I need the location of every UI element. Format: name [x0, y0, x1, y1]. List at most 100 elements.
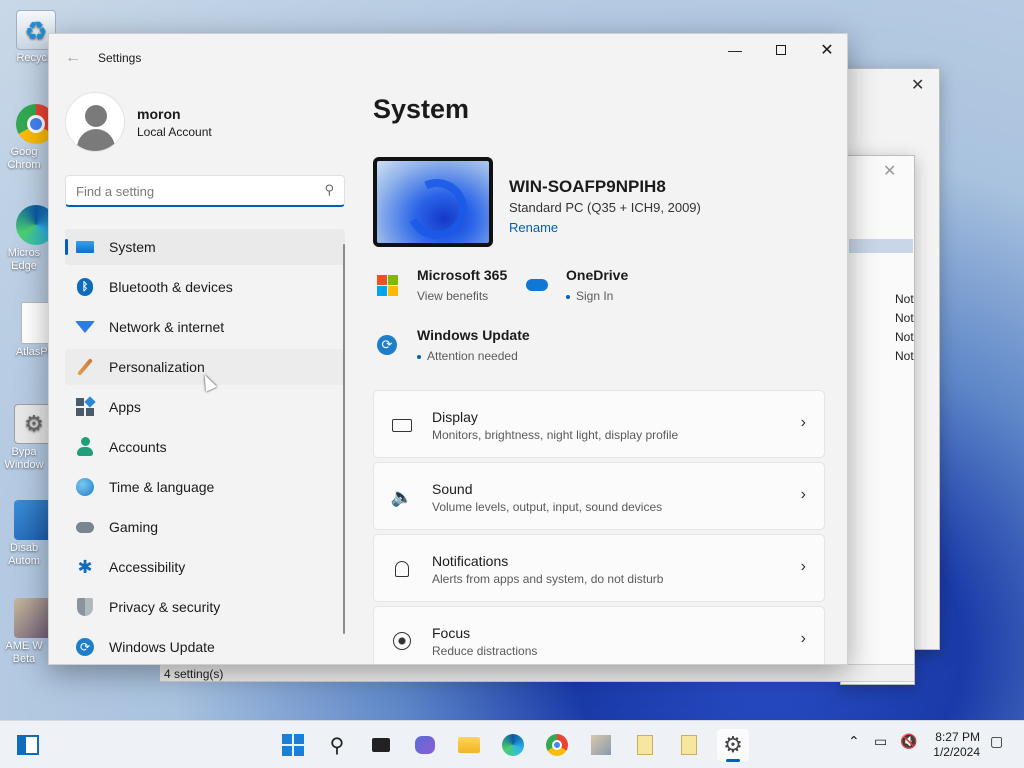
main-content: System WIN-SOAFP9NPIH8 Standard PC (Q35 … [373, 34, 847, 664]
paintbrush-icon [75, 357, 95, 377]
volume-muted-icon[interactable]: 🔇 [900, 733, 917, 750]
settings-card-sound[interactable]: 🔈 Sound Volume levels, output, input, so… [373, 462, 825, 530]
device-name: WIN-SOAFP9NPIH8 [509, 177, 666, 196]
chevron-right-icon: › [800, 558, 806, 575]
windows-update-icon: ⟳ [377, 335, 401, 359]
network-icon[interactable]: ▭ [874, 733, 887, 750]
quick-link-microsoft-365[interactable]: Microsoft 365 View benefits [373, 267, 523, 311]
sidebar-nav: System ᛒ Bluetooth & devices Network & i… [65, 229, 345, 664]
sidebar-item-privacy[interactable]: Privacy & security [65, 589, 345, 625]
start-button[interactable] [277, 729, 309, 761]
clock[interactable]: 8:27 PM 1/2/2024 [933, 730, 980, 760]
package-icon[interactable] [585, 729, 617, 761]
page-title: System [373, 94, 470, 124]
sidebar-item-gaming[interactable]: Gaming [65, 509, 345, 545]
desktop-icon-label: AME W Beta [5, 640, 43, 665]
desktop-icon-label: Micros Edge [7, 247, 41, 272]
sidebar-item-apps[interactable]: Apps [65, 389, 345, 425]
speaker-icon: 🔈 [390, 486, 414, 507]
sidebar-item-accessibility[interactable]: ✱ Accessibility [65, 549, 345, 585]
sidebar-item-network[interactable]: Network & internet [65, 309, 345, 345]
sidebar-item-label: Windows Update [109, 639, 215, 655]
shield-icon [75, 597, 95, 617]
bg-window-row: Not [895, 311, 914, 325]
search-box[interactable]: ⚲ [65, 175, 345, 207]
close-icon[interactable]: ✕ [883, 161, 896, 181]
apps-icon [75, 396, 96, 417]
bluetooth-icon: ᛒ [75, 277, 95, 297]
onedrive-cloud-icon [526, 275, 550, 299]
settings-card-notifications[interactable]: Notifications Alerts from apps and syste… [373, 534, 825, 602]
settings-card-focus[interactable]: Focus Reduce distractions › [373, 606, 825, 664]
sidebar-item-label: Personalization [109, 359, 205, 375]
sidebar-item-label: Privacy & security [109, 599, 221, 615]
sidebar-item-bluetooth[interactable]: ᛒ Bluetooth & devices [65, 269, 345, 305]
sidebar-item-time-language[interactable]: Time & language [65, 469, 345, 505]
desktop-icon-label: Disab Autom [8, 542, 40, 567]
quick-link-title: Windows Update [417, 327, 530, 343]
sidebar-scrollbar[interactable] [343, 244, 345, 634]
quick-link-title: Microsoft 365 [417, 267, 508, 283]
quick-link-onedrive[interactable]: OneDrive Sign In [522, 267, 642, 311]
chevron-up-icon[interactable]: ⌃ [848, 733, 860, 750]
clock-date: 1/2/2024 [933, 745, 980, 759]
rename-link[interactable]: Rename [509, 220, 558, 235]
desktop-icon-label: Goog Chrom [7, 146, 41, 171]
wallpaper-preview [377, 161, 489, 243]
sidebar-item-label: Time & language [109, 479, 215, 495]
background-window-inner: ✕ Not Not Not Not [840, 155, 915, 685]
user-profile[interactable]: moron Local Account [65, 90, 345, 154]
accessibility-icon: ✱ [77, 556, 93, 577]
status-text: 4 setting(s) [164, 667, 224, 681]
bg-window-row: Not [895, 292, 914, 306]
settings-card-display[interactable]: Display Monitors, brightness, night ligh… [373, 390, 825, 458]
task-view-icon[interactable] [365, 729, 397, 761]
chat-icon[interactable] [409, 729, 441, 761]
window-title: Settings [98, 51, 142, 65]
globe-clock-icon [75, 477, 95, 497]
edge-icon[interactable] [497, 729, 529, 761]
sidebar-item-accounts[interactable]: Accounts [65, 429, 345, 465]
gamepad-icon [75, 517, 95, 537]
settings-taskbar-icon[interactable]: ⚙ [717, 729, 749, 762]
active-indicator [726, 759, 740, 762]
show-desktop-icon[interactable] [12, 729, 44, 761]
microsoft-logo-icon [377, 275, 398, 296]
quick-link-subtitle: Sign In [566, 289, 613, 303]
chevron-right-icon: › [800, 486, 806, 503]
search-icon[interactable]: ⚲ [321, 729, 353, 761]
quick-link-windows-update[interactable]: ⟳ Windows Update Attention needed [373, 327, 553, 371]
monitor-icon [390, 413, 414, 437]
card-title: Display [432, 409, 478, 425]
selection-indicator [65, 239, 68, 255]
notification-icon[interactable]: ▢ [990, 733, 1003, 750]
quick-link-subtitle: View benefits [417, 289, 489, 303]
device-model: Standard PC (Q35 + ICH9, 2009) [509, 200, 701, 215]
card-subtitle: Alerts from apps and system, do not dist… [432, 572, 664, 586]
search-input[interactable] [76, 182, 316, 200]
search-icon[interactable]: ⚲ [324, 182, 334, 198]
sidebar-item-label: Bluetooth & devices [109, 279, 233, 295]
sidebar-item-label: Apps [109, 399, 141, 415]
sidebar-item-label: System [109, 239, 156, 255]
notepad-icon[interactable] [629, 729, 661, 761]
windows-update-icon: ⟳ [75, 637, 95, 657]
notepad-icon[interactable] [673, 729, 705, 761]
sidebar-item-windows-update[interactable]: ⟳ Windows Update [65, 629, 345, 664]
system-display-icon [75, 237, 95, 257]
chevron-right-icon: › [800, 630, 806, 647]
file-icon [21, 302, 51, 344]
account-type: Local Account [137, 125, 212, 139]
chevron-right-icon: › [800, 414, 806, 431]
user-name: moron [137, 106, 181, 122]
card-subtitle: Volume levels, output, input, sound devi… [432, 500, 663, 514]
chrome-icon[interactable] [541, 729, 573, 761]
sidebar-item-system[interactable]: System [65, 229, 345, 265]
quick-link-title: OneDrive [566, 267, 629, 283]
close-icon[interactable]: ✕ [911, 75, 924, 95]
wifi-icon [75, 317, 95, 337]
focus-icon [390, 629, 414, 653]
back-arrow-icon[interactable]: ← [65, 49, 81, 67]
card-subtitle: Monitors, brightness, night light, displ… [432, 428, 679, 442]
file-explorer-icon[interactable] [453, 729, 485, 761]
